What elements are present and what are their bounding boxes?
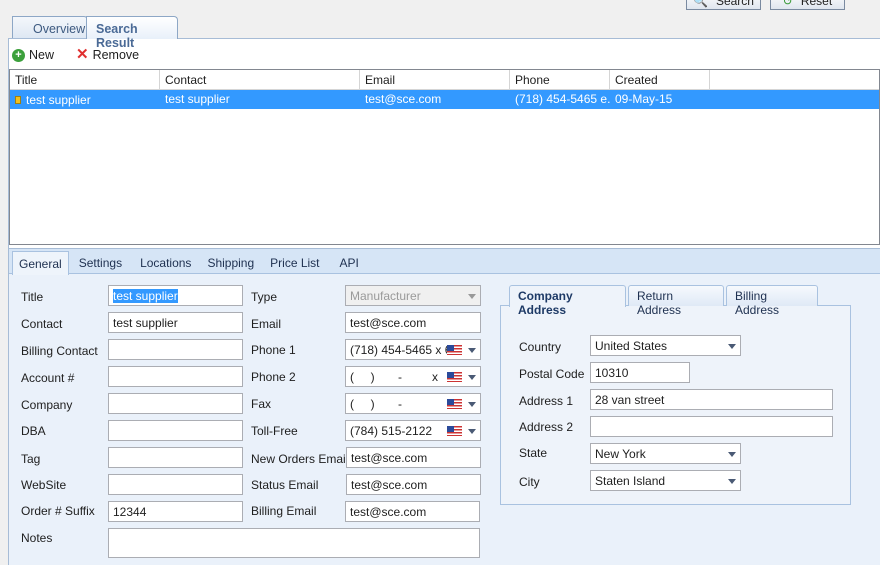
state-select[interactable]: New York [590, 443, 741, 464]
address1-label: Address 1 [519, 394, 574, 408]
tab-overview[interactable]: Overview [12, 16, 88, 39]
supplier-grid: Title Contact Email Phone Created test s… [9, 69, 880, 245]
tab-settings[interactable]: Settings [73, 251, 128, 273]
chevron-down-icon [728, 479, 736, 484]
postal-code-label: Postal Code [519, 367, 585, 381]
country-select[interactable]: United States [590, 335, 741, 356]
remove-button[interactable]: ✕ Remove [76, 46, 139, 63]
dba-label: DBA [21, 424, 46, 438]
order-suffix-label: Order # Suffix [21, 504, 95, 518]
state-label: State [519, 446, 548, 460]
billing-contact-label: Billing Contact [21, 344, 98, 358]
status-email-input[interactable]: test@sce.com [346, 474, 481, 495]
fax-input[interactable]: ( ) - [345, 393, 481, 414]
order-suffix-input[interactable]: 12344 [108, 501, 243, 522]
supplier-icon [15, 95, 21, 104]
contact-input[interactable]: test supplier [108, 312, 243, 333]
search-button[interactable]: 🔍 Search [686, 0, 761, 10]
us-flag-icon [447, 426, 462, 436]
detail-tabs: General Settings Locations Shipping Pric… [9, 249, 880, 275]
city-select[interactable]: Staten Island [590, 470, 741, 491]
tab-shipping[interactable]: Shipping [201, 251, 260, 273]
chevron-down-icon [468, 294, 476, 299]
company-label: Company [21, 398, 73, 412]
company-input[interactable] [108, 393, 243, 414]
col-email[interactable]: Email [360, 70, 510, 89]
tab-return-address[interactable]: Return Address [628, 285, 724, 317]
tab-price-list[interactable]: Price List [264, 251, 325, 273]
toll-free-label: Toll-Free [251, 424, 298, 438]
email-label: Email [251, 317, 282, 331]
toll-free-input[interactable]: (784) 515-2122 [345, 420, 481, 441]
new-orders-email-label: New Orders Email [251, 452, 349, 466]
chevron-down-icon [728, 452, 736, 457]
search-icon: 🔍 [693, 0, 708, 8]
address2-label: Address 2 [519, 420, 574, 434]
tab-company-address[interactable]: Company Address [509, 285, 626, 317]
chevron-down-icon[interactable] [468, 375, 476, 380]
city-label: City [519, 475, 540, 489]
add-icon: + [12, 48, 25, 62]
account-input[interactable] [108, 366, 243, 387]
website-label: WebSite [21, 478, 67, 492]
col-title[interactable]: Title [10, 70, 160, 89]
billing-email-input[interactable]: test@sce.com [345, 501, 480, 522]
website-input[interactable] [108, 474, 243, 495]
reset-icon: ↺ [782, 0, 793, 8]
address2-input[interactable] [590, 416, 833, 437]
new-orders-email-input[interactable]: test@sce.com [346, 447, 481, 468]
grid-header: Title Contact Email Phone Created [10, 70, 879, 90]
new-button[interactable]: + New [12, 48, 54, 62]
tab-billing-address[interactable]: Billing Address [726, 285, 818, 317]
tag-input[interactable] [108, 447, 243, 468]
fax-label: Fax [251, 397, 272, 411]
us-flag-icon [447, 399, 462, 409]
tab-search-result[interactable]: Search Result [86, 16, 178, 50]
chevron-down-icon [728, 344, 736, 349]
tab-api[interactable]: API [334, 251, 365, 273]
status-email-label: Status Email [251, 478, 319, 492]
notes-textarea[interactable] [108, 528, 480, 558]
col-phone[interactable]: Phone [510, 70, 610, 89]
chevron-down-icon[interactable] [468, 402, 476, 407]
billing-contact-input[interactable] [108, 339, 243, 360]
title-input[interactable]: test supplier [108, 285, 243, 306]
account-label: Account # [21, 371, 75, 385]
tab-locations[interactable]: Locations [134, 251, 197, 273]
col-created[interactable]: Created [610, 70, 710, 89]
reset-button[interactable]: ↺ Reset [770, 0, 845, 10]
contact-label: Contact [21, 317, 63, 331]
phone1-label: Phone 1 [251, 343, 296, 357]
phone2-input[interactable]: ( ) - x [345, 366, 481, 387]
tab-general[interactable]: General [12, 251, 69, 275]
postal-code-input[interactable]: 10310 [590, 362, 690, 383]
dba-input[interactable] [108, 420, 243, 441]
chevron-down-icon[interactable] [468, 429, 476, 434]
remove-icon: ✕ [76, 46, 89, 63]
table-row[interactable]: test supplier test supplier test@sce.com… [10, 90, 879, 109]
us-flag-icon [447, 345, 462, 355]
phone1-input[interactable]: (718) 454-5465 x 6! [345, 339, 481, 360]
col-contact[interactable]: Contact [160, 70, 360, 89]
type-label: Type [251, 290, 278, 304]
phone2-label: Phone 2 [251, 370, 296, 384]
address1-input[interactable]: 28 van street [590, 389, 833, 410]
type-select[interactable]: Manufacturer [345, 285, 481, 306]
billing-email-label: Billing Email [251, 504, 317, 518]
chevron-down-icon[interactable] [468, 348, 476, 353]
us-flag-icon [447, 372, 462, 382]
notes-label: Notes [21, 531, 53, 545]
email-input[interactable]: test@sce.com [345, 312, 481, 333]
title-label: Title [21, 290, 44, 304]
country-label: Country [519, 340, 562, 354]
tag-label: Tag [21, 452, 41, 466]
